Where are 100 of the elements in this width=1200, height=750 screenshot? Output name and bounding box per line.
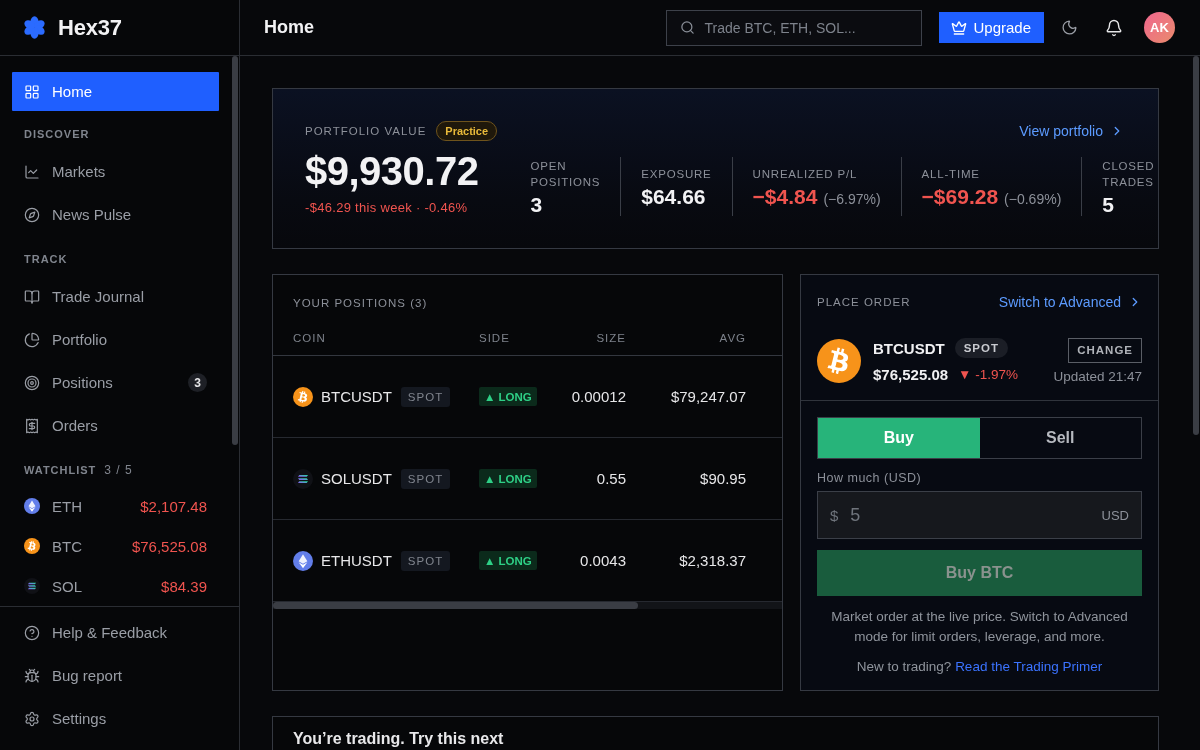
coin-symbol: BTCUSDT	[873, 339, 945, 357]
coin-symbol: BTCUSDT	[321, 388, 392, 405]
bug-icon	[24, 667, 40, 684]
nav-item[interactable]: Portfolio	[12, 318, 219, 361]
primer-text: New to trading? Read the Trading Primer	[856, 658, 1103, 676]
market-tag: SPOT	[400, 550, 451, 571]
stat-value: 3	[530, 193, 543, 216]
stat-label: OPEN POSITIONS	[530, 158, 601, 190]
nav-item[interactable]: Markets	[12, 150, 219, 193]
table-cell: 0.00012	[571, 388, 626, 405]
primer-link[interactable]: Read the Trading Primer	[955, 659, 1103, 674]
upgrade-button[interactable]: Upgrade	[939, 12, 1044, 43]
price-text: $84.39	[161, 577, 207, 595]
market-tag: SPOT	[400, 468, 451, 489]
table-cell: $79,247.07	[670, 388, 746, 405]
nav-item[interactable]: Orders	[12, 404, 219, 447]
watchlist-item[interactable]: ETH $2,107.48	[12, 486, 219, 526]
card-title: You’re trading. Try this next	[293, 729, 504, 749]
price-change: ▼ -1.97%	[958, 367, 1018, 382]
stat-percent: (−0.69%)	[1004, 190, 1062, 207]
table-cell: 0.55	[596, 470, 626, 487]
price-text: $2,107.48	[140, 497, 207, 515]
page-title: Home	[264, 17, 314, 38]
price-text: $76,525.08	[131, 537, 207, 555]
stat-label: UNREALIZED P/L	[752, 166, 858, 182]
order-note: Market order at the live price. Switch to Advanced mode for limit orders, leverage, and more.	[830, 608, 1129, 646]
stat-value: 5	[1102, 193, 1114, 216]
watchlist-item[interactable]: BTC $76,525.08	[12, 526, 219, 566]
scrollbar-thumb[interactable]	[232, 56, 238, 445]
coin-price: $76,525.08	[873, 366, 949, 383]
nav-item[interactable]: Help & Feedback	[12, 611, 227, 654]
search-icon	[680, 20, 696, 35]
mode-badge: Practice	[436, 121, 498, 141]
pie-chart-icon	[24, 331, 40, 348]
amount-input[interactable]: 5	[850, 504, 1090, 526]
nav-item[interactable]: Positions 3	[12, 361, 219, 404]
market-tag: SPOT	[400, 386, 451, 407]
scrollbar-thumb[interactable]	[1193, 56, 1199, 435]
stat-value: $64.66	[641, 185, 706, 208]
stat-label: EXPOSURE	[641, 166, 712, 182]
section-label: TRACK	[24, 252, 68, 266]
search-field[interactable]: Trade BTC, ETH, SOL...	[666, 9, 923, 46]
moon-icon[interactable]	[1061, 19, 1078, 36]
solana-icon	[24, 578, 40, 594]
currency-suffix: USD	[1101, 507, 1129, 523]
scrollbar-thumb[interactable]	[273, 602, 638, 609]
nav-item[interactable]: Settings	[12, 697, 227, 740]
watchlist-item[interactable]: SOL $84.39	[12, 566, 219, 606]
notifications-icon[interactable]	[1105, 18, 1123, 37]
line-chart-icon	[24, 163, 40, 180]
portfolio-value: $9,930.72	[305, 150, 479, 192]
column-header: COIN	[293, 332, 326, 344]
solana-icon	[293, 468, 313, 489]
stat-value: −$4.84	[752, 185, 818, 208]
coin-symbol: ETHUSDT	[321, 552, 392, 569]
grid-icon	[24, 83, 40, 100]
column-header: SIDE	[479, 332, 510, 344]
card-label: PORTFOLIO VALUE	[305, 125, 427, 137]
nav-item[interactable]: Home	[12, 72, 219, 111]
settings-icon	[24, 710, 40, 727]
table-cell: $2,318.37	[679, 552, 746, 569]
stat-label: CLOSED TRADES	[1102, 158, 1155, 190]
section-label: DISCOVER	[24, 127, 90, 141]
section-label: WATCHLIST	[24, 463, 97, 477]
nav-item[interactable]: Trade Journal	[12, 275, 219, 318]
nav-item[interactable]: Bug report	[12, 654, 227, 697]
help-icon	[24, 624, 40, 641]
field-label: How much (USD)	[817, 471, 922, 485]
ethereum-icon	[293, 550, 313, 571]
coin-symbol: SOLUSDT	[321, 470, 392, 487]
watchlist-count: 3 / 5	[104, 463, 133, 477]
stat-percent: (−6.97%)	[823, 190, 881, 207]
compass-icon	[24, 206, 40, 223]
receipt-icon	[24, 417, 40, 434]
table-cell: $90.95	[700, 470, 746, 487]
change-button[interactable]: CHANGE	[1068, 337, 1142, 363]
weekly-change: -$46.29 this week · -0.46%	[305, 200, 468, 215]
brand-name: Hex37	[58, 14, 122, 41]
nav-item[interactable]: News Pulse	[12, 193, 219, 236]
crown-icon	[951, 19, 968, 36]
stat-label: ALL-TIME	[921, 166, 980, 182]
search-input[interactable]: Trade BTC, ETH, SOL...	[704, 19, 910, 36]
logo-icon	[22, 15, 47, 40]
book-icon	[24, 288, 40, 305]
side-tag: ▲ LONG	[479, 387, 537, 406]
amount-field[interactable]: $ 5 USD	[817, 491, 1142, 539]
ethereum-icon	[24, 498, 40, 514]
side-tab[interactable]: Sell	[979, 418, 1141, 458]
column-header: AVG	[719, 332, 746, 344]
market-tag: SPOT	[954, 338, 1008, 358]
panel-title: YOUR POSITIONS (3)	[293, 296, 428, 310]
switch-advanced-link[interactable]: Switch to Advanced	[998, 294, 1142, 310]
view-portfolio-link[interactable]: View portfolio	[1019, 123, 1124, 139]
bitcoin-icon	[817, 338, 861, 383]
table-cell: 0.0043	[580, 552, 626, 569]
column-header: SIZE	[596, 332, 626, 344]
side-tag: ▲ LONG	[479, 551, 537, 570]
target-icon	[24, 374, 40, 391]
bitcoin-icon	[293, 386, 313, 407]
currency-prefix: $	[830, 506, 839, 524]
